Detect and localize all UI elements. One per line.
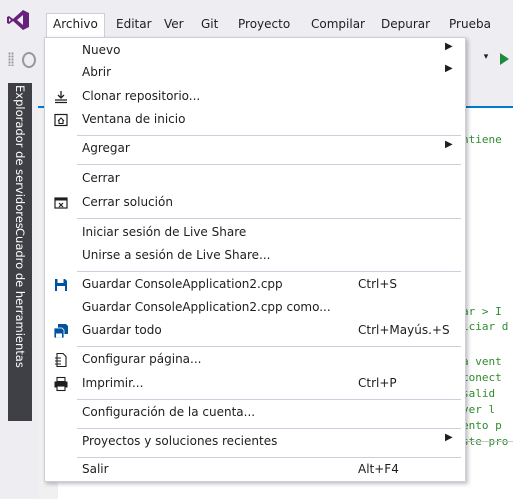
code-line: ste pro (462, 435, 509, 448)
menu-item-ventana-de-inicio[interactable]: Ventana de inicio (45, 109, 465, 131)
menu-item-label: Iniciar sesión de Live Share (82, 225, 247, 239)
menu-item-shortcut: Ctrl+S (358, 277, 398, 291)
menu-item-agregar[interactable]: Agregar ▶ (45, 138, 465, 160)
save-all-icon (53, 324, 68, 339)
menu-item-cerrar-solucion[interactable]: Cerrar solución (45, 192, 465, 214)
file-menu-dropdown: Nuevo ▶ Abrir ▶ Clonar repositorio... Ve… (44, 37, 466, 482)
menu-item-guardar-todo[interactable]: Guardar todo Ctrl+Mayús.+S (45, 320, 465, 342)
menu-item-label: Agregar (82, 141, 130, 155)
menu-item-shortcut: Ctrl+P (358, 376, 397, 390)
visual-studio-logo-icon (7, 10, 29, 30)
menu-archivo[interactable]: Archivo (46, 13, 105, 40)
code-line: a vent (462, 355, 502, 368)
tab-toolbox[interactable]: Cuadro de herramientas (8, 228, 32, 368)
menu-item-abrir[interactable]: Abrir ▶ (45, 62, 465, 84)
menu-item-proyectos-recientes[interactable]: Proyectos y soluciones recientes ▶ (45, 431, 465, 453)
menu-compilar[interactable]: Compilar (305, 14, 371, 34)
divider (462, 441, 513, 442)
menu-item-imprimir[interactable]: Imprimir... Ctrl+P (45, 373, 465, 395)
menu-item-guardar[interactable]: Guardar ConsoleApplication2.cpp Ctrl+S (45, 274, 465, 296)
clone-repo-icon (55, 91, 67, 104)
menu-item-iniciar-live-share[interactable]: Iniciar sesión de Live Share (45, 222, 465, 244)
menu-separator (77, 457, 461, 458)
menu-item-label: Ventana de inicio (82, 112, 186, 126)
menu-separator (77, 135, 461, 136)
menu-separator (77, 164, 461, 165)
menu-item-label: Clonar repositorio... (82, 89, 201, 103)
menu-depurar[interactable]: Depurar (375, 14, 436, 34)
menu-item-cerrar[interactable]: Cerrar (45, 168, 465, 190)
code-line: ento p (462, 419, 502, 432)
menu-item-configuracion-cuenta[interactable]: Configuración de la cuenta... (45, 402, 465, 424)
menu-item-clonar-repositorio[interactable]: Clonar repositorio... (45, 86, 465, 108)
tab-server-explorer[interactable]: Explorador de servidores (8, 85, 32, 229)
code-line: ver l (462, 403, 496, 416)
print-icon (54, 376, 68, 392)
menu-item-label: Abrir (82, 65, 112, 79)
code-line: ar > I (462, 305, 502, 318)
menu-separator (77, 346, 461, 347)
menu-item-label: Cerrar solución (82, 195, 173, 209)
menu-item-configurar-pagina[interactable]: Configurar página... (45, 349, 465, 371)
menu-item-salir[interactable]: Salir Alt+F4 (45, 459, 465, 481)
start-window-icon (54, 113, 68, 127)
menu-bar: Archivo Editar Ver Git Proyecto Compilar… (0, 0, 513, 40)
save-icon (55, 279, 67, 291)
menu-item-label: Configuración de la cuenta... (82, 405, 256, 419)
menu-git[interactable]: Git (195, 14, 224, 34)
menu-item-label: Guardar ConsoleApplication2.cpp (82, 277, 283, 291)
play-icon[interactable] (500, 53, 509, 65)
menu-proyecto[interactable]: Proyecto (232, 14, 296, 34)
menu-editar[interactable]: Editar (110, 14, 158, 34)
code-line: salid (462, 387, 496, 400)
menu-item-label: Guardar todo (82, 323, 162, 337)
menu-prueba[interactable]: Prueba (443, 14, 497, 34)
menu-item-label: Configurar página... (82, 352, 202, 366)
submenu-arrow-icon: ▶ (445, 41, 453, 52)
submenu-arrow-icon: ▶ (445, 63, 453, 74)
menu-separator (77, 218, 461, 219)
page-setup-icon (55, 352, 67, 368)
menu-item-label: Nuevo (82, 43, 121, 57)
navigate-back-icon[interactable] (22, 52, 36, 68)
menu-item-label: Unirse a sesión de Live Share... (82, 248, 271, 262)
code-line: iciar d (462, 320, 509, 333)
menu-separator (77, 399, 461, 400)
menu-item-guardar-como[interactable]: Guardar ConsoleApplication2.cpp como... (45, 297, 465, 319)
menu-item-label: Proyectos y soluciones recientes (82, 434, 278, 448)
menu-separator (77, 271, 461, 272)
menu-item-nuevo[interactable]: Nuevo ▶ (45, 40, 465, 62)
menu-item-label: Imprimir... (82, 376, 144, 390)
code-line: conect (462, 371, 502, 384)
menu-item-label: Salir (82, 462, 109, 476)
code-line: ntiene (462, 133, 502, 146)
menu-separator (77, 428, 461, 429)
menu-ver[interactable]: Ver (158, 14, 190, 34)
menu-item-shortcut: Alt+F4 (358, 462, 399, 476)
side-tab-strip: Explorador de servidores Cuadro de herra… (0, 80, 38, 499)
toolbar-grip-icon[interactable] (8, 52, 14, 66)
submenu-arrow-icon: ▶ (445, 139, 453, 150)
menu-item-label: Guardar ConsoleApplication2.cpp como... (82, 300, 331, 314)
menu-item-shortcut: Ctrl+Mayús.+S (358, 323, 450, 337)
submenu-arrow-icon: ▶ (445, 432, 453, 443)
close-solution-icon (54, 197, 68, 209)
menu-item-label: Cerrar (82, 171, 120, 185)
menu-item-unirse-live-share[interactable]: Unirse a sesión de Live Share... (45, 245, 465, 267)
chevron-down-icon[interactable]: ▾ (479, 52, 493, 66)
